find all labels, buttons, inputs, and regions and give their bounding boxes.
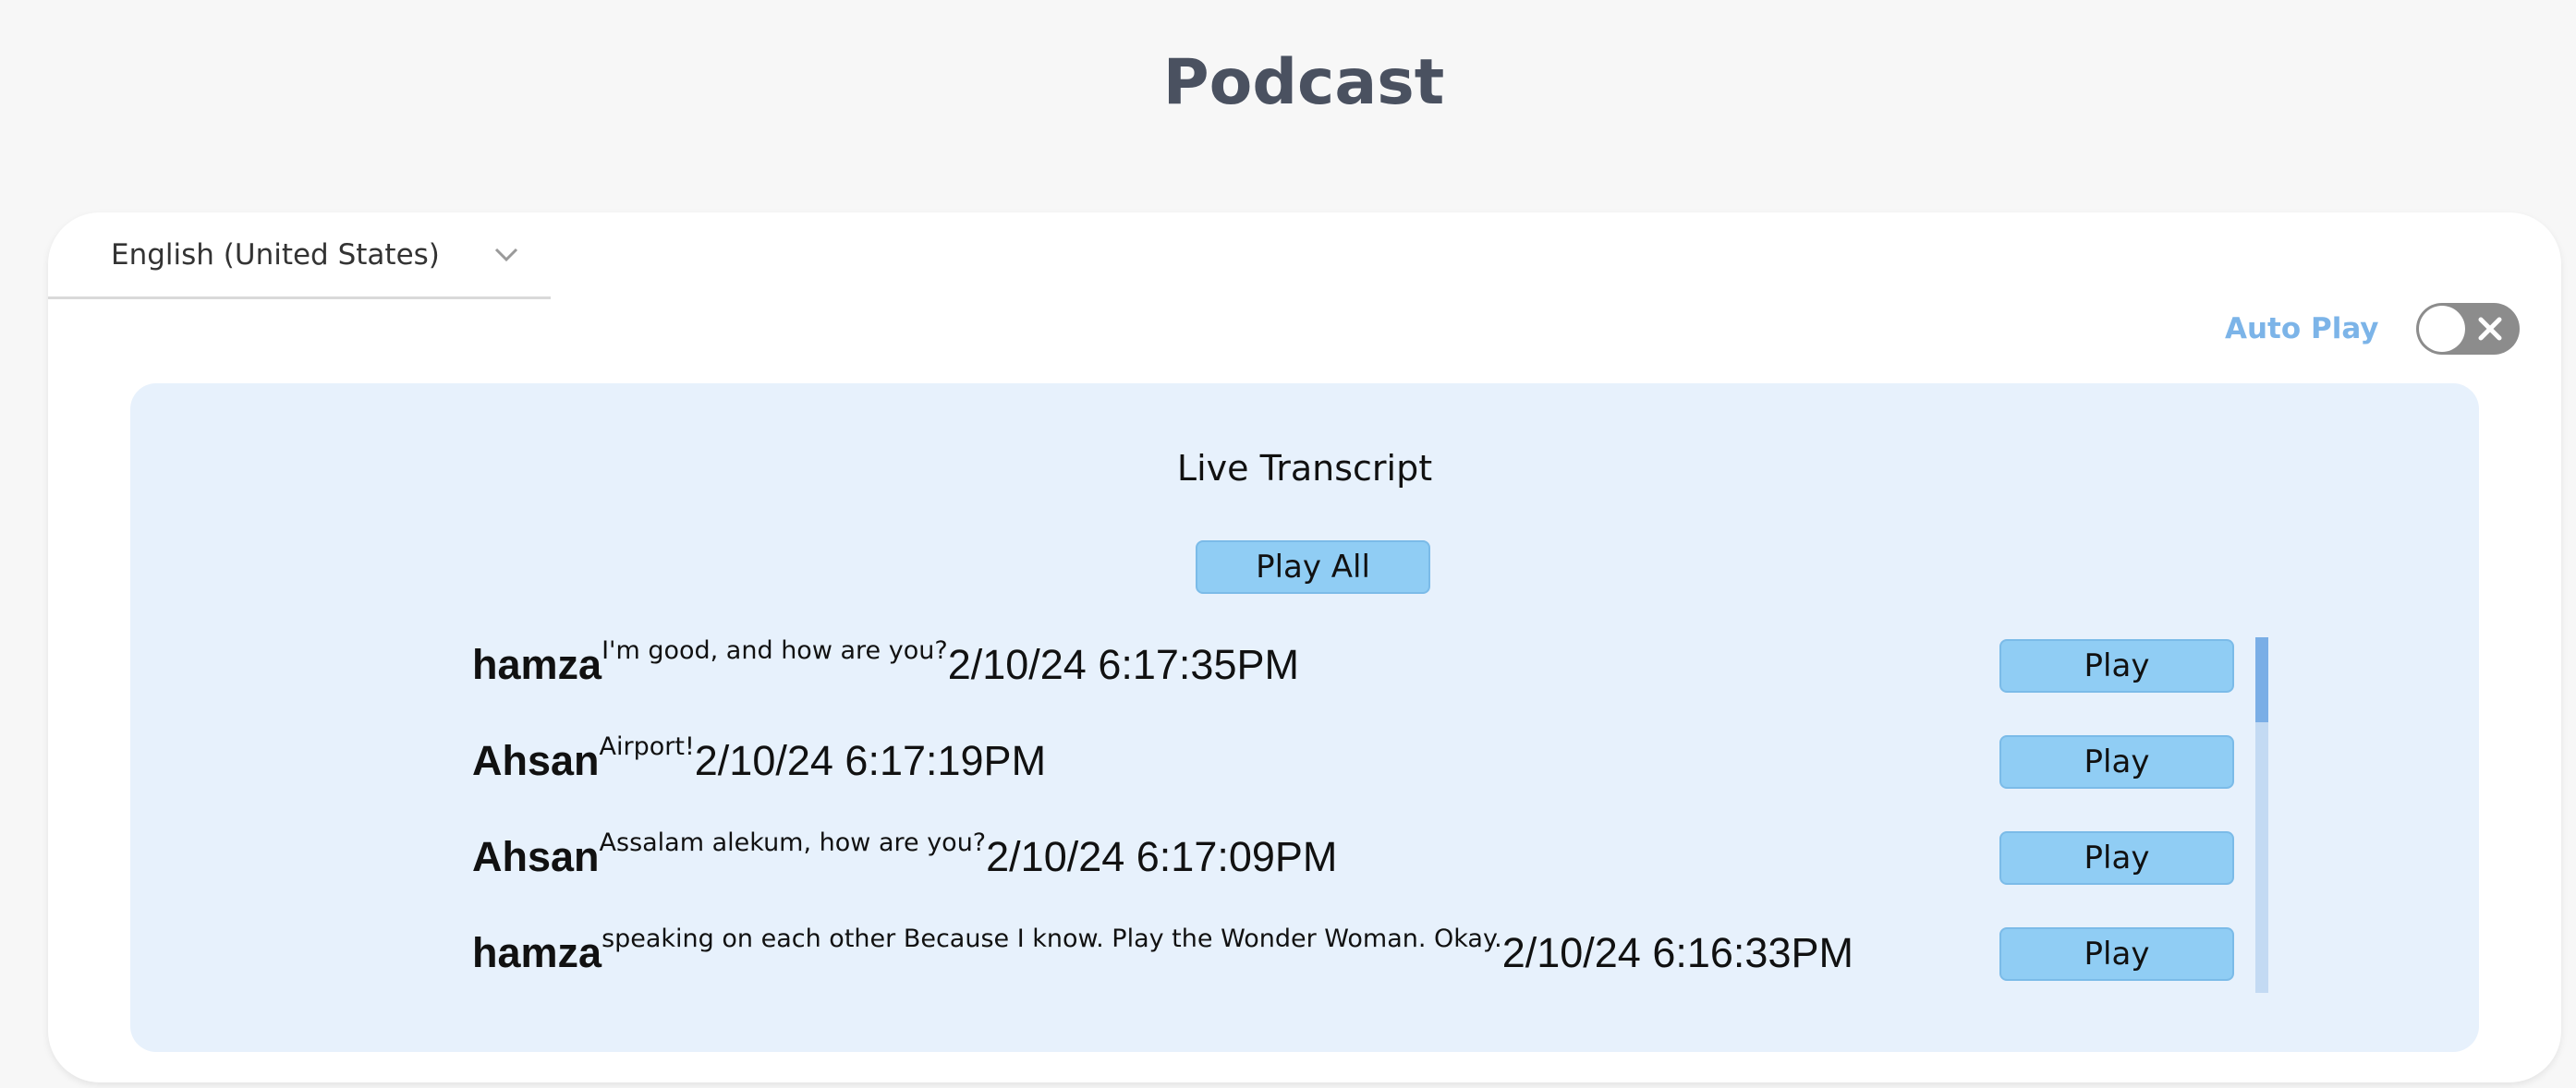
transcript-line: hamza speaking on each other Because I k… [472, 925, 1853, 981]
timestamp: 2/10/24 6:17:09PM [986, 833, 1338, 880]
transcript-line: Ahsan Airport! 2/10/24 6:17:19PM [472, 731, 1047, 789]
scrollbar-thumb[interactable] [2255, 637, 2268, 722]
autoplay-label: Auto Play [2225, 312, 2379, 345]
transcript-row: hamza speaking on each other Because I k… [472, 925, 2246, 981]
language-select[interactable]: English (United States) [48, 212, 551, 299]
timestamp: 2/10/24 6:16:33PM [1501, 929, 1853, 976]
message-text: Airport! [599, 731, 695, 761]
play-button[interactable]: Play [1999, 639, 2234, 693]
transcript-line: hamza I'm good, and how are you? 2/10/24… [472, 637, 1299, 693]
message-text: I'm good, and how are you? [601, 637, 948, 665]
play-button[interactable]: Play [1999, 831, 2234, 885]
autoplay-control: Auto Play [2225, 303, 2520, 355]
chevron-down-icon [494, 248, 518, 262]
play-button[interactable]: Play [1999, 735, 2234, 789]
speaker-name: hamza [472, 641, 602, 688]
close-icon [2478, 317, 2501, 341]
speaker-name: Ahsan [472, 833, 600, 880]
speaker-name: hamza [472, 929, 602, 976]
speaker-name: Ahsan [472, 737, 600, 784]
timestamp: 2/10/24 6:17:19PM [694, 737, 1047, 784]
scrollbar[interactable] [2255, 637, 2268, 993]
language-select-value: English (United States) [111, 237, 440, 272]
transcript-panel: Live Transcript Play All hamza I'm good,… [130, 383, 2479, 1052]
play-all-button[interactable]: Play All [1196, 540, 1430, 594]
toggle-knob [2418, 306, 2465, 352]
transcript-line: Ahsan Assalam alekum, how are you? 2/10/… [472, 828, 1338, 885]
autoplay-toggle[interactable] [2415, 303, 2520, 355]
transcript-row: hamza I'm good, and how are you? 2/10/24… [472, 637, 2246, 693]
timestamp: 2/10/24 6:17:35PM [947, 641, 1299, 688]
message-text: speaking on each other Because I know. P… [601, 924, 1502, 953]
transcript-row: Ahsan Assalam alekum, how are you? 2/10/… [472, 828, 2246, 885]
transcript-title: Live Transcript [1176, 448, 1433, 489]
page-title: Podcast [1162, 46, 1445, 119]
transcript-list[interactable]: hamza I'm good, and how are you? 2/10/24… [472, 637, 2320, 993]
message-text: Assalam alekum, how are you? [599, 828, 987, 857]
transcript-row: Ahsan Airport! 2/10/24 6:17:19PM Play [472, 731, 2246, 789]
main-card: English (United States) Auto Play Live T… [48, 212, 2561, 1082]
play-button[interactable]: Play [1999, 927, 2234, 981]
